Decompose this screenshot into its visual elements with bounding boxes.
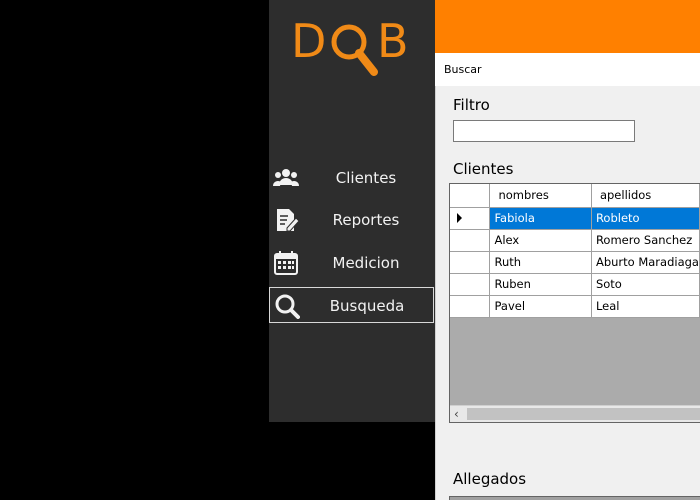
scroll-left-icon[interactable]: ‹ [454,407,459,421]
row-header[interactable] [450,273,491,296]
sidebar: D B Clientes Reportes Medicion Busqueda [269,0,435,422]
sidebar-item-clientes[interactable]: Clientes [269,160,435,196]
sidebar-item-reportes[interactable]: Reportes [269,202,435,238]
filtro-label: Filtro [453,96,490,114]
cell-nombres[interactable]: Ruben [489,273,592,296]
allegados-label: Allegados [453,470,527,488]
cell-apellidos[interactable]: Romero Sanchez [591,229,700,252]
table-row[interactable]: Ruben Soto [450,273,700,296]
horizontal-scrollbar[interactable]: ‹ [450,405,700,422]
cell-apellidos[interactable]: Soto [591,273,700,296]
row-header[interactable] [450,251,491,274]
logo-letter-b: B [377,14,409,68]
cell-apellidos[interactable]: Leal [591,295,700,318]
table-row[interactable]: Fabiola Robleto [450,207,700,230]
scrollbar-thumb[interactable] [467,408,700,420]
row-header[interactable] [450,207,491,230]
filtro-input[interactable] [453,120,635,142]
table-row[interactable]: Ruth Aburto Maradiaga [450,251,700,274]
window-title: Buscar [435,53,700,86]
cell-nombres[interactable]: Pavel [489,295,592,318]
cell-nombres[interactable]: Ruth [489,251,592,274]
cell-nombres[interactable]: Fabiola [489,207,592,230]
sidebar-item-label: Clientes [335,169,397,187]
sidebar-item-label: Reportes [332,211,400,229]
row-header[interactable] [450,295,491,318]
row-header[interactable] [450,229,491,252]
sidebar-item-medicion[interactable]: Medicion [269,245,435,281]
logo-letter-d: D [291,14,327,68]
clientes-table: nombres apellidos Fabiola Robleto Alex R… [450,184,700,318]
cell-apellidos[interactable]: Aburto Maradiaga [591,251,700,274]
header-bar [435,0,700,53]
dqb-logo: D B [289,14,419,84]
sidebar-item-label: Busqueda [329,297,405,315]
sidebar-item-label: Medicion [332,254,400,272]
current-row-arrow-icon [457,212,462,223]
allegados-grid[interactable] [449,496,700,500]
row-header-corner [450,184,491,208]
window-content: Filtro Clientes nombres apellidos Fabiol… [435,86,700,500]
column-header-apellidos[interactable]: apellidos [591,184,700,208]
column-header-nombres[interactable]: nombres [489,184,592,208]
cell-apellidos[interactable]: Robleto [591,207,700,230]
buscar-window: Buscar Filtro Clientes nombres apellidos… [435,53,700,500]
cell-nombres[interactable]: Alex [489,229,592,252]
app-root: D B Clientes Reportes Medicion Busqueda … [0,0,700,500]
table-row[interactable]: Pavel Leal [450,295,700,318]
clientes-label: Clientes [453,160,514,178]
sidebar-item-busqueda[interactable]: Busqueda [269,287,434,323]
table-row[interactable]: Alex Romero Sanchez [450,229,700,252]
table-header-row: nombres apellidos [450,184,700,208]
clientes-grid[interactable]: nombres apellidos Fabiola Robleto Alex R… [449,183,700,423]
